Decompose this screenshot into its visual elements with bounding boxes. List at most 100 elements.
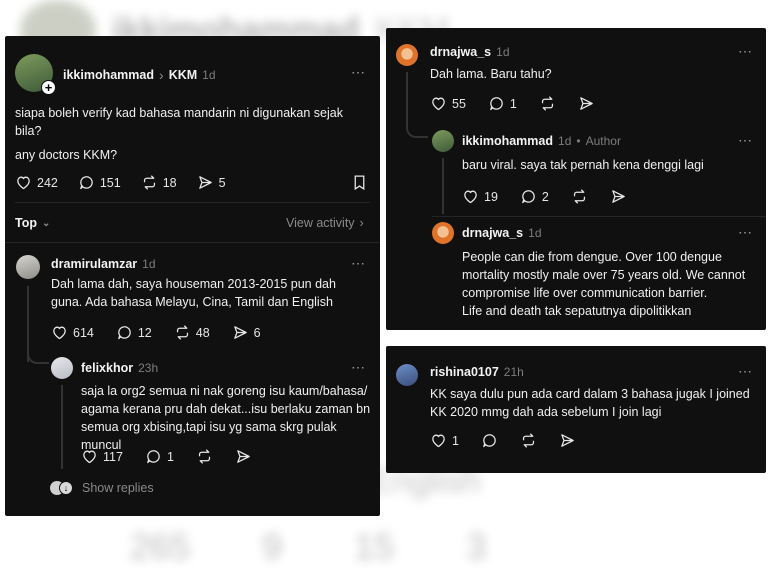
comment-count: 12 bbox=[137, 325, 152, 340]
reply-text: baru viral. saya tak pernah kena denggi … bbox=[462, 158, 704, 172]
thread-line bbox=[442, 158, 444, 214]
heart-icon bbox=[432, 434, 445, 448]
post-header: ikkimohammad › KKM 1d bbox=[63, 67, 216, 83]
comment-icon bbox=[147, 450, 160, 464]
like-count: 19 bbox=[484, 189, 498, 204]
repost-icon bbox=[176, 325, 188, 340]
comment-button[interactable] bbox=[481, 432, 498, 449]
like-button[interactable]: 117 bbox=[81, 448, 123, 465]
like-count: 242 bbox=[37, 175, 58, 190]
repost-icon bbox=[143, 175, 155, 190]
blurred-count: 9 bbox=[262, 526, 283, 567]
reply-author-name[interactable]: ikkimohammad bbox=[462, 134, 553, 148]
comment-button[interactable]: 2 bbox=[520, 188, 549, 205]
reply-text: Dah lama dah, saya houseman 2013-2015 pu… bbox=[51, 277, 336, 309]
reply-header: dramirulamzar 1d bbox=[51, 257, 156, 271]
like-button[interactable]: 614 bbox=[51, 324, 94, 341]
heart-icon bbox=[432, 97, 445, 111]
like-count: 1 bbox=[452, 433, 459, 448]
repost-count: 48 bbox=[195, 325, 210, 340]
chevron-right-icon: › bbox=[159, 67, 164, 83]
repost-icon bbox=[541, 96, 553, 111]
like-button[interactable]: 55 bbox=[430, 95, 466, 112]
reply-avatar[interactable] bbox=[51, 357, 73, 379]
reply-author-name[interactable]: felixkhor bbox=[81, 361, 133, 375]
reply-text: KK saya dulu pun ada card dalam 3 bahasa… bbox=[430, 387, 750, 419]
reply-avatar[interactable] bbox=[396, 364, 418, 386]
comment-button[interactable]: 12 bbox=[116, 324, 152, 341]
divider bbox=[5, 242, 380, 243]
follow-plus-icon[interactable]: + bbox=[41, 80, 56, 95]
send-icon bbox=[198, 176, 212, 189]
post-author-name[interactable]: ikkimohammad bbox=[63, 68, 154, 82]
share-button[interactable]: 5 bbox=[197, 174, 226, 191]
reply-author-name[interactable]: rishina0107 bbox=[430, 365, 499, 379]
heart-icon bbox=[53, 326, 66, 340]
repost-button[interactable] bbox=[539, 95, 556, 112]
repost-button[interactable]: 18 bbox=[141, 174, 177, 191]
repost-button[interactable] bbox=[196, 448, 213, 465]
reply-time: 23h bbox=[138, 361, 159, 375]
comment-button[interactable]: 1 bbox=[145, 448, 174, 465]
reply-time: 21h bbox=[503, 365, 524, 379]
comment-icon bbox=[490, 97, 503, 111]
reply-actions: 117 1 bbox=[81, 448, 252, 465]
heart-icon bbox=[17, 176, 30, 190]
reply-time: 1d bbox=[142, 257, 156, 271]
share-button[interactable] bbox=[578, 95, 595, 112]
reply-text: Dah lama. Baru tahu? bbox=[430, 67, 552, 81]
comment-button[interactable]: 1 bbox=[488, 95, 517, 112]
share-button[interactable]: 6 bbox=[232, 324, 261, 341]
show-replies-button[interactable]: ↓ Show replies bbox=[50, 481, 154, 495]
reply-time: 1d bbox=[496, 45, 510, 59]
like-button[interactable]: 1 bbox=[430, 432, 459, 449]
reply-avatar[interactable] bbox=[432, 130, 454, 152]
send-icon bbox=[237, 450, 250, 463]
blurred-count: 3 bbox=[466, 526, 487, 567]
reply-avatar[interactable] bbox=[396, 44, 418, 66]
reply-author-name[interactable]: dramirulamzar bbox=[51, 257, 137, 271]
share-button[interactable] bbox=[559, 432, 576, 449]
comment-icon bbox=[483, 434, 496, 448]
thread-curve bbox=[27, 346, 49, 364]
chevron-right-icon: › bbox=[359, 216, 364, 230]
reply-avatar[interactable] bbox=[432, 222, 454, 244]
send-icon bbox=[612, 190, 625, 203]
comment-count: 151 bbox=[99, 175, 121, 190]
comment-button[interactable]: 151 bbox=[78, 174, 121, 191]
more-options-icon[interactable]: ⋯ bbox=[351, 64, 366, 81]
reply-header: drnajwa_s 1d bbox=[462, 226, 542, 240]
like-button[interactable]: 242 bbox=[15, 174, 58, 191]
more-options-icon[interactable]: ⋯ bbox=[351, 359, 366, 376]
more-options-icon[interactable]: ⋯ bbox=[738, 363, 753, 380]
reply-header: rishina0107 21h bbox=[430, 365, 524, 379]
more-options-icon[interactable]: ⋯ bbox=[738, 43, 753, 60]
view-activity-link[interactable]: View activity › bbox=[286, 216, 364, 230]
heart-icon bbox=[83, 450, 96, 464]
reply-author-name[interactable]: drnajwa_s bbox=[462, 226, 523, 240]
more-options-icon[interactable]: ⋯ bbox=[738, 224, 753, 241]
more-options-icon[interactable]: ⋯ bbox=[738, 132, 753, 149]
like-button[interactable]: 19 bbox=[462, 188, 498, 205]
repost-button[interactable] bbox=[520, 432, 537, 449]
comment-icon bbox=[80, 176, 93, 190]
post-text: siapa boleh verify kad bahasa mandarin n… bbox=[15, 106, 343, 138]
repost-button[interactable]: 48 bbox=[174, 324, 210, 341]
reply-avatar[interactable] bbox=[16, 255, 40, 279]
repost-button[interactable] bbox=[571, 188, 588, 205]
share-button[interactable] bbox=[610, 188, 627, 205]
right-reply-panel: rishina0107 21h ⋯ KK saya dulu pun ada c… bbox=[386, 346, 766, 473]
comment-count: 1 bbox=[166, 449, 174, 464]
post-page-name[interactable]: KKM bbox=[169, 68, 197, 82]
share-button[interactable] bbox=[235, 448, 252, 465]
reply-author-name[interactable]: drnajwa_s bbox=[430, 45, 491, 59]
divider bbox=[15, 202, 370, 203]
reply-header: drnajwa_s 1d bbox=[430, 45, 510, 59]
like-count: 55 bbox=[452, 96, 466, 111]
right-thread-panel: drnajwa_s 1d ⋯ Dah lama. Baru tahu? 55 1… bbox=[386, 28, 766, 330]
sort-dropdown[interactable]: Top ⌄ bbox=[15, 216, 50, 232]
more-options-icon[interactable]: ⋯ bbox=[351, 255, 366, 272]
share-count: 6 bbox=[253, 325, 261, 340]
repost-icon bbox=[522, 433, 535, 448]
bookmark-icon[interactable] bbox=[351, 174, 368, 191]
